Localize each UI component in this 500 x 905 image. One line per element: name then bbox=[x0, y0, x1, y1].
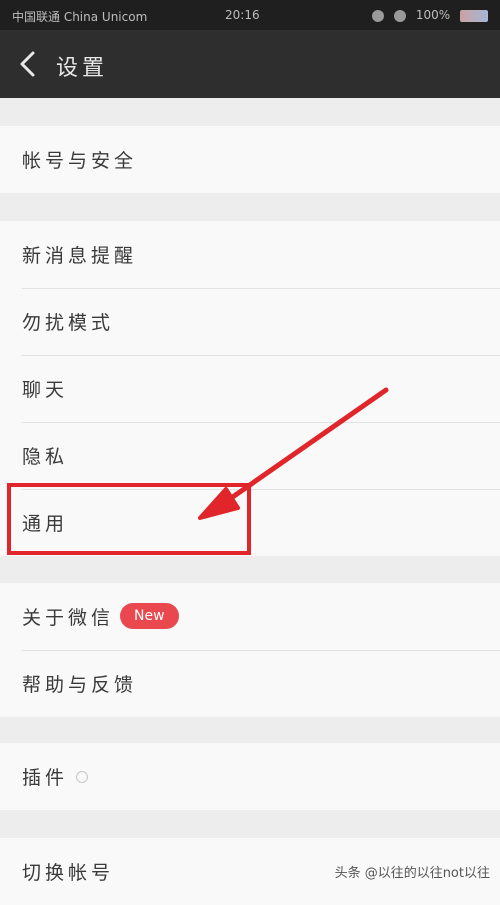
settings-item-general[interactable]: 通用 bbox=[0, 489, 500, 556]
nav-bar: 设置 bbox=[0, 30, 500, 98]
carrier-label: 中国联通 China Unicom bbox=[12, 10, 148, 24]
status-bar: 中国联通 China Unicom 20:16 100% bbox=[0, 0, 500, 30]
battery-icon bbox=[460, 9, 488, 22]
settings-item-chat[interactable]: 聊天 bbox=[0, 355, 500, 422]
settings-group-general: 新消息提醒 勿扰模式 聊天 隐私 通用 bbox=[0, 221, 500, 556]
settings-item-privacy[interactable]: 隐私 bbox=[0, 422, 500, 489]
chevron-left-icon bbox=[20, 51, 35, 77]
settings-item-label: 新消息提醒 bbox=[22, 245, 138, 267]
settings-item-do-not-disturb[interactable]: 勿扰模式 bbox=[0, 288, 500, 355]
settings-group-account: 帐号与安全 bbox=[0, 126, 500, 193]
status-icons: 100% bbox=[366, 8, 488, 22]
settings-item-about[interactable]: 关于微信 New bbox=[0, 583, 500, 650]
settings-item-plugins[interactable]: 插件 bbox=[0, 743, 500, 810]
battery-level: 100% bbox=[415, 8, 451, 22]
settings-item-label: 聊天 bbox=[22, 379, 69, 401]
settings-item-label: 关于微信 bbox=[22, 607, 115, 629]
settings-item-label: 帐号与安全 bbox=[22, 150, 138, 172]
watermark: 头条 @以往的以往not以往 bbox=[334, 866, 490, 881]
signal-icon bbox=[372, 9, 385, 22]
status-time: 20:16 bbox=[225, 8, 260, 22]
settings-item-label: 插件 bbox=[22, 767, 69, 789]
settings-group-about: 关于微信 New 帮助与反馈 bbox=[0, 583, 500, 717]
settings-item-label: 帮助与反馈 bbox=[22, 674, 138, 696]
back-button[interactable] bbox=[16, 50, 40, 78]
settings-item-notifications[interactable]: 新消息提醒 bbox=[0, 221, 500, 288]
circle-icon bbox=[76, 771, 88, 783]
settings-item-label: 切换帐号 bbox=[22, 862, 115, 884]
settings-item-help-feedback[interactable]: 帮助与反馈 bbox=[0, 650, 500, 717]
page-title: 设置 bbox=[56, 56, 109, 81]
wifi-icon bbox=[394, 9, 407, 22]
settings-item-account-security[interactable]: 帐号与安全 bbox=[0, 126, 500, 193]
settings-group-plugins: 插件 bbox=[0, 743, 500, 810]
settings-item-label: 勿扰模式 bbox=[22, 312, 115, 334]
settings-item-label: 通用 bbox=[22, 513, 69, 535]
new-badge: New bbox=[120, 603, 179, 629]
settings-item-label: 隐私 bbox=[22, 446, 69, 468]
